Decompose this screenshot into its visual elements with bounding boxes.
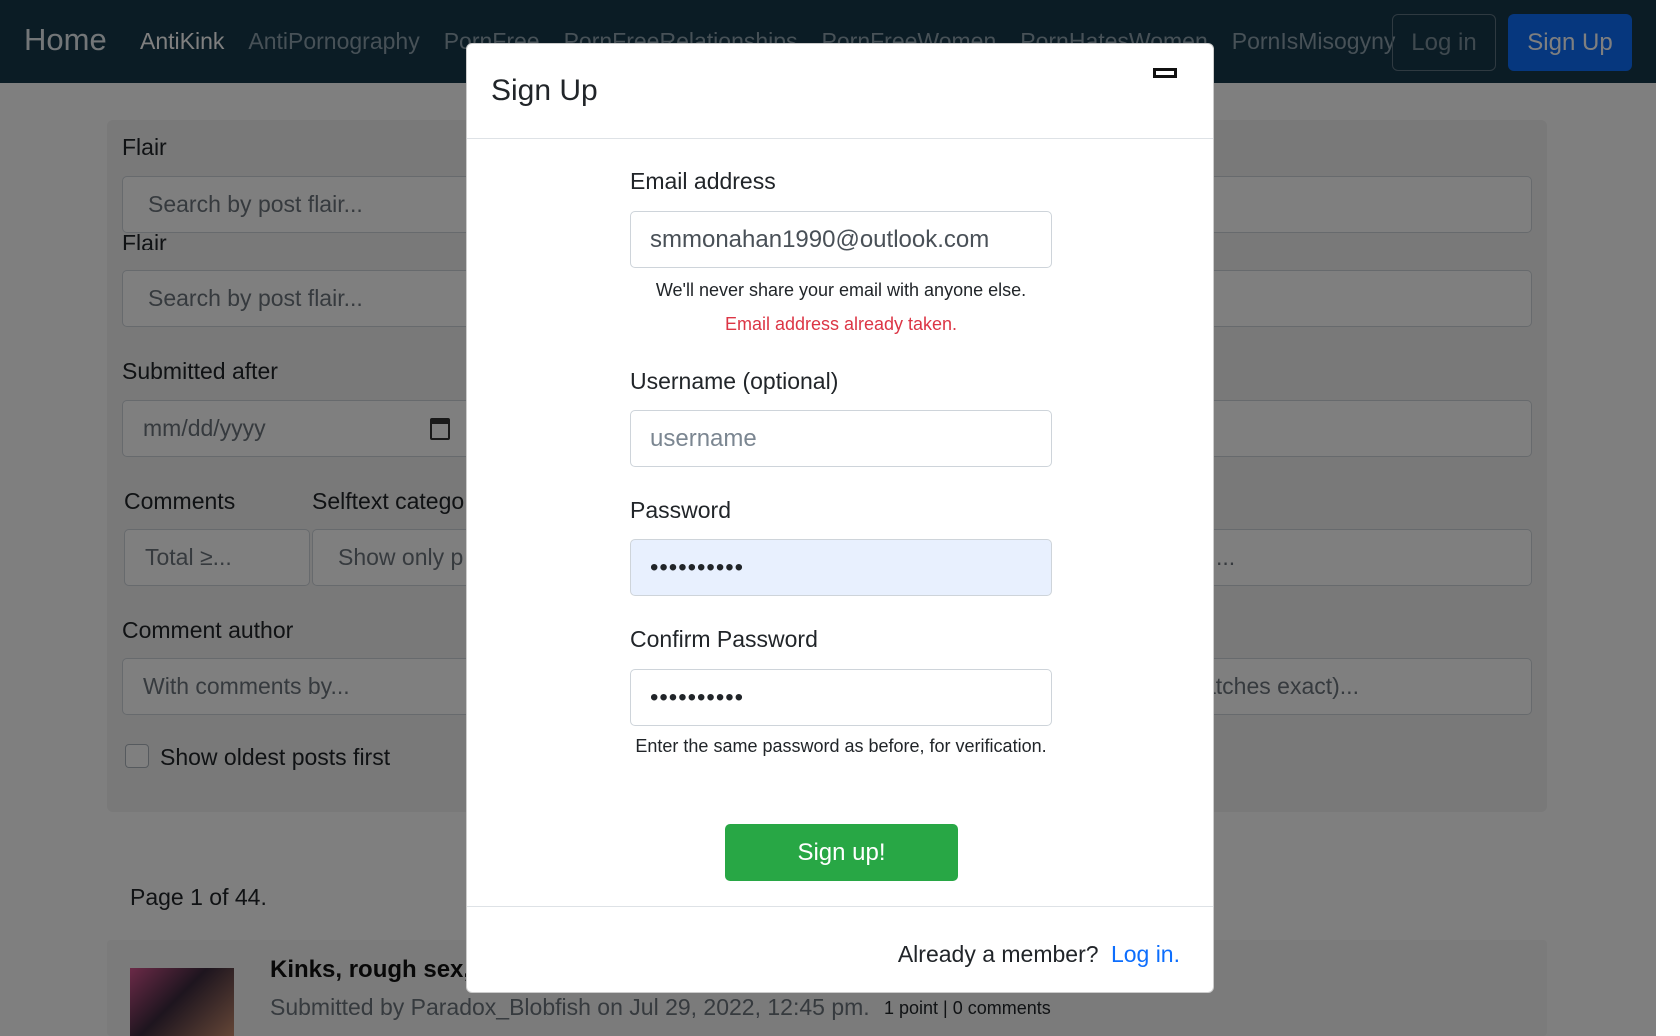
email-help-text: We'll never share your email with anyone… <box>655 280 1027 300</box>
email-field[interactable]: smmonahan1990@outlook.com <box>630 211 1052 268</box>
already-member-text: Already a member? <box>897 941 1099 967</box>
modal-footer: Already a member? Log in. <box>467 906 1213 994</box>
signup-submit-button[interactable]: Sign up! <box>725 824 958 881</box>
confirm-password-field[interactable]: •••••••••• <box>630 669 1052 726</box>
username-label: Username (optional) <box>630 368 839 394</box>
close-icon[interactable] <box>1153 68 1177 78</box>
confirm-password-label: Confirm Password <box>630 626 818 652</box>
already-member-prompt: Already a member? Log in. <box>898 941 1180 968</box>
email-label: Email address <box>630 168 776 194</box>
modal-header: Sign Up <box>467 44 1213 139</box>
password-field[interactable]: •••••••••• <box>630 539 1052 596</box>
signup-modal: Sign Up Email address smmonahan1990@outl… <box>466 43 1214 993</box>
email-error-text: Email address already taken. <box>724 314 958 334</box>
confirm-password-help: Enter the same password as before, for v… <box>635 736 1047 756</box>
scrollbar[interactable] <box>1656 0 1680 1036</box>
modal-title: Sign Up <box>491 74 598 107</box>
username-field[interactable]: username <box>630 410 1052 467</box>
password-label: Password <box>630 497 731 523</box>
login-link[interactable]: Log in. <box>1111 941 1180 967</box>
